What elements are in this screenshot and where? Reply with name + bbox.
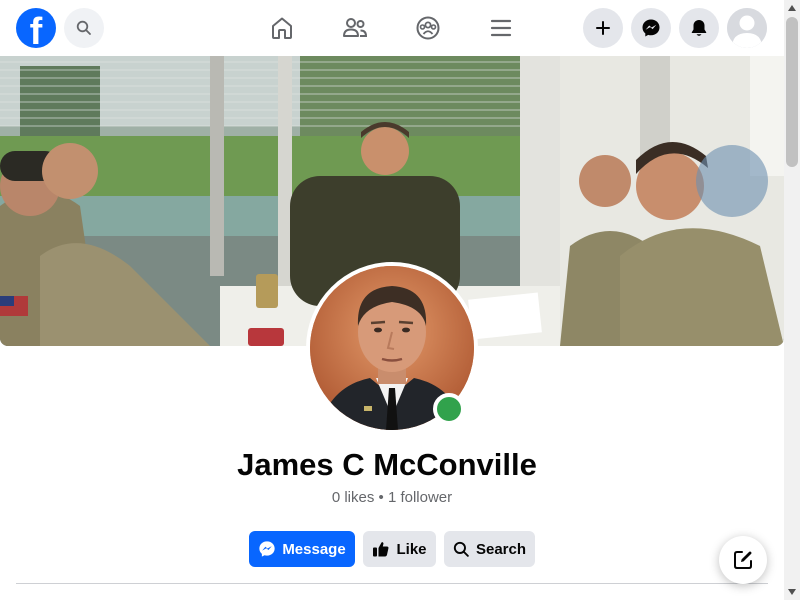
friends-icon [343,18,368,37]
default-avatar-icon [727,8,767,48]
message-button-label: Message [282,540,346,558]
search-page-button[interactable]: Search [444,531,535,567]
thumbs-up-icon [372,540,390,558]
scrollbar-thumb[interactable] [786,17,798,167]
vertical-scrollbar[interactable] [784,0,800,600]
like-button-label: Like [396,540,427,558]
facebook-logo-letter: f [29,11,43,53]
scroll-down-arrow[interactable] [784,584,800,600]
create-button[interactable] [583,8,623,48]
messenger-icon [642,19,660,37]
like-button[interactable]: Like [363,531,436,567]
caret-down-icon [788,589,796,595]
top-navigation-bar: f [0,0,784,56]
bell-icon [691,20,707,36]
online-status-indicator [433,393,465,425]
search-icon [76,20,91,35]
compose-icon [734,551,752,569]
messenger-icon [258,540,276,558]
facebook-logo[interactable]: f [16,8,56,53]
groups-icon [416,16,440,40]
search-button[interactable] [64,8,104,48]
groups-nav-button[interactable] [414,14,442,42]
likes-followers-count[interactable]: 0 likes • 1 follower [0,488,784,508]
menu-nav-button[interactable] [487,14,515,42]
scroll-up-arrow[interactable] [784,0,800,16]
search-button-label: Search [475,540,527,558]
account-avatar-button[interactable] [727,8,767,48]
friends-nav-button[interactable] [341,14,369,42]
section-divider [16,583,768,584]
menu-icon [490,19,512,37]
new-message-button[interactable] [719,536,767,584]
home-icon [272,17,292,39]
message-button[interactable]: Message [249,531,355,567]
notifications-button[interactable] [679,8,719,48]
home-nav-button[interactable] [268,14,296,42]
plus-icon [596,21,610,35]
caret-up-icon [788,5,796,11]
messenger-button[interactable] [631,8,671,48]
page-title: James C McConville [237,447,537,482]
search-icon [453,541,470,558]
